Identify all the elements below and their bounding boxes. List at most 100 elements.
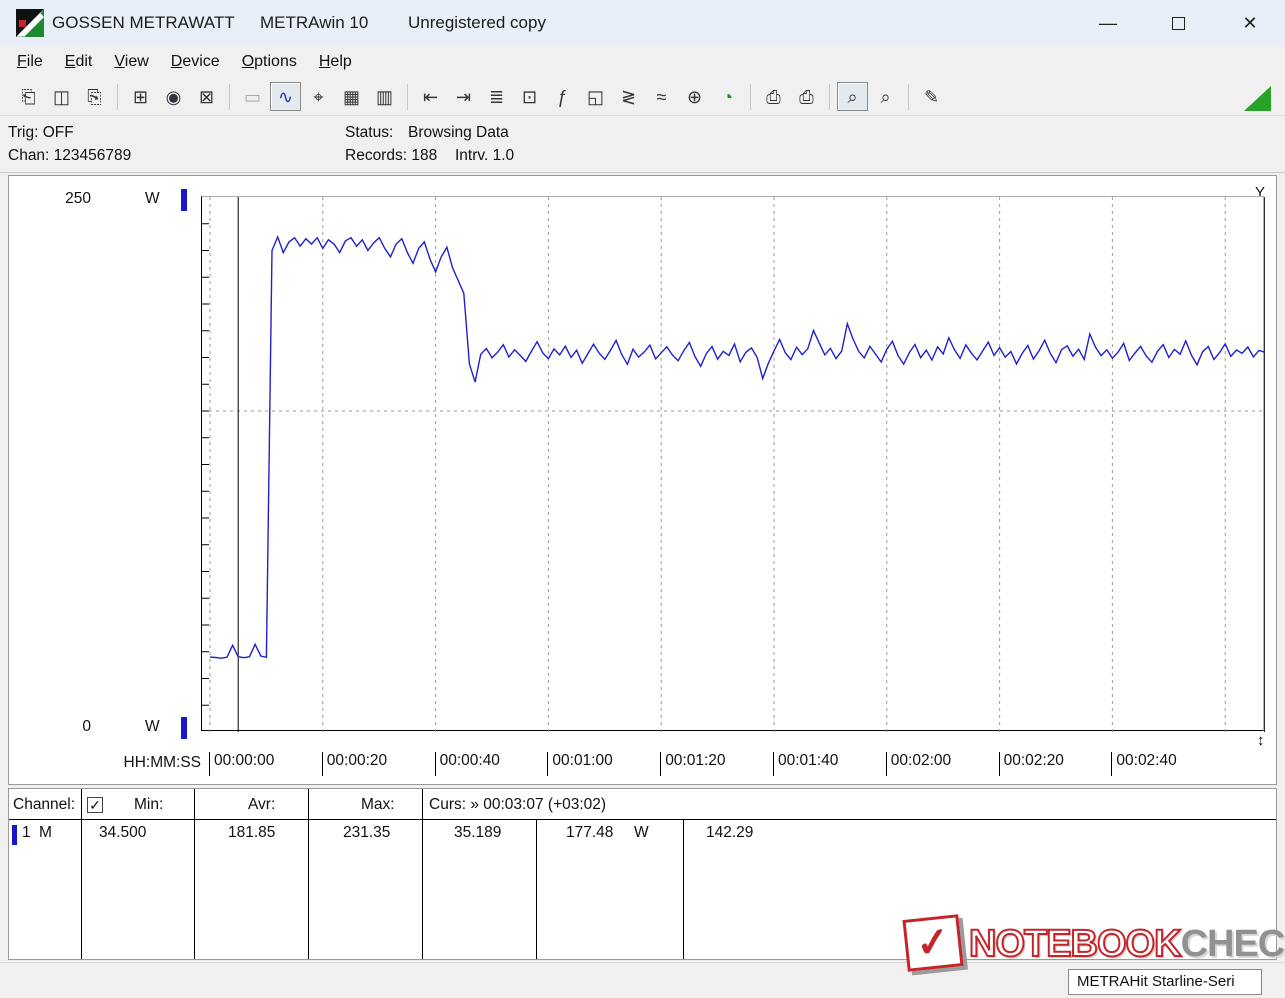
monitor-button[interactable]: ⊡ (514, 82, 545, 111)
table-column-line (683, 819, 684, 959)
table-column-line (194, 789, 195, 959)
comment-button[interactable]: ✎ (916, 82, 947, 111)
events-button[interactable]: ⊕ (679, 82, 710, 111)
open-file-button[interactable]: ⎗ (13, 82, 44, 111)
channel-visibility-checkbox[interactable]: ✓ (87, 797, 103, 813)
title-app-name: METRAwin 10 (260, 13, 368, 33)
toolbar-separator (750, 84, 751, 110)
y-axis-unit-top: W (145, 190, 160, 208)
channel-color-marker (12, 825, 17, 845)
y-zoom-handle-bottom[interactable]: ↕ (1257, 732, 1265, 749)
row-cursor2-value: 177.48 (566, 824, 613, 842)
close-button[interactable]: ✕ (1218, 0, 1282, 46)
table-header-max: Max: (361, 796, 395, 814)
records-count: Records: 188 (345, 147, 437, 165)
row-cursor1-value: 35.189 (454, 824, 501, 842)
table-header-cursor: Curs: » 00:03:07 (+03:02) (429, 796, 606, 814)
toolbar-separator (908, 84, 909, 110)
menu-bar: File Edit View Device Options Help (0, 46, 1285, 78)
menu-edit[interactable]: Edit (54, 49, 104, 75)
row-avr-value: 181.85 (228, 824, 275, 842)
formula-button[interactable]: ƒ (547, 82, 578, 111)
save-file-button[interactable]: ◫ (46, 82, 77, 111)
print-preview-button[interactable]: ⎙ (758, 82, 789, 111)
table-column-line (536, 819, 537, 959)
read-device-button[interactable]: ⊞ (125, 82, 156, 111)
min-max-button[interactable]: ≷ (613, 82, 644, 111)
line-chart-icon: ∿ (278, 88, 293, 106)
channel-marker-bottom (181, 717, 187, 739)
timer-icon: ◔ (722, 88, 733, 106)
view-line-chart-button[interactable]: ∿ (270, 82, 301, 111)
row-cursor2-unit: W (634, 824, 649, 842)
record-button[interactable]: ◉ (158, 82, 189, 111)
status-panel: Trig: OFF Chan: 123456789 Status: Browsi… (0, 116, 1285, 173)
download-icon: ⇥ (456, 88, 471, 106)
plot-area[interactable] (201, 196, 1264, 731)
print-preview-icon: ⎙ (766, 88, 780, 106)
menu-view[interactable]: View (103, 49, 159, 75)
connected-device-box: METRAHit Starline-Seri (1068, 969, 1262, 995)
table-view-icon: ▦ (343, 88, 360, 106)
envelope-button[interactable]: ≈ (646, 82, 677, 111)
x-axis-tick-label: 00:02:40 (1111, 752, 1176, 776)
print-button[interactable]: ⎙ (791, 82, 822, 111)
menu-file[interactable]: File (6, 49, 54, 75)
upload-icon: ⇤ (423, 88, 438, 106)
power-chart[interactable] (202, 197, 1265, 732)
record-icon: ◉ (166, 88, 182, 106)
timer-button[interactable]: ◔ (712, 82, 743, 111)
channel-setup-button[interactable]: ≣ (481, 82, 512, 111)
x-axis-format-label: HH:MM:SS (109, 754, 201, 772)
minimize-button[interactable]: — (1076, 0, 1140, 46)
row-channel-number[interactable]: 1 (22, 824, 31, 842)
y-axis-unit-bottom: W (145, 718, 160, 736)
row-min-value: 34.500 (99, 824, 146, 842)
x-axis-tick-label: 00:00:40 (435, 752, 500, 776)
export-file-icon: ⎘ (87, 88, 101, 106)
menu-help[interactable]: Help (308, 49, 363, 75)
channel-setup-icon: ≣ (489, 88, 504, 106)
zoom-icon: ⌕ (847, 88, 857, 106)
stop-device-button[interactable]: ⊠ (191, 82, 222, 111)
formula-icon: ƒ (557, 88, 567, 106)
table-column-line (81, 789, 82, 959)
maximize-button[interactable] (1146, 0, 1210, 46)
view-table-button[interactable]: ▦ (336, 82, 367, 111)
zoom-out-button[interactable]: ⌕ (870, 82, 901, 111)
y-axis-min-label: 0 (29, 718, 91, 736)
table-header-avr: Avr: (248, 796, 275, 814)
table-header-min: Min: (134, 796, 163, 814)
channel-marker-top (181, 189, 187, 211)
x-axis-tick-label: 00:01:40 (773, 752, 838, 776)
title-license-note: Unregistered copy (408, 13, 546, 33)
view-crosshair-button[interactable]: ⌖ (303, 82, 334, 111)
row-max-value: 231.35 (343, 824, 390, 842)
zoom-mode-button[interactable]: ⌕ (837, 82, 868, 111)
toolbar: ⎗ ◫ ⎘ ⊞ ◉ ⊠ ▭ ∿ ⌖ ▦ ▥ ⇤ ⇥ ≣ ⊡ ƒ ◱ ≷ ≈ ⊕ … (0, 78, 1285, 116)
zoom-out-icon: ⌕ (880, 88, 890, 106)
x-axis-tick-label: 00:00:00 (209, 752, 274, 776)
menu-options[interactable]: Options (231, 49, 308, 75)
status-label: Status: (345, 124, 393, 142)
display-icon: ◱ (587, 88, 604, 106)
x-axis-tick-label: 00:02:20 (999, 752, 1064, 776)
x-axis-row: HH:MM:SS 00:00:0000:00:2000:00:4000:01:0… (9, 752, 1278, 780)
view-bars-button[interactable]: ▥ (369, 82, 400, 111)
menu-device[interactable]: Device (160, 49, 231, 75)
upload-button[interactable]: ⇤ (415, 82, 446, 111)
open-file-icon: ⎗ (21, 88, 35, 106)
row-channel-mode: M (39, 824, 52, 842)
min-max-icon: ≷ (621, 88, 636, 106)
table-column-line (308, 789, 309, 959)
bar-view-icon: ▥ (376, 88, 393, 106)
envelope-icon: ≈ (657, 88, 667, 106)
view-values-button: ▭ (237, 82, 268, 111)
display-button[interactable]: ◱ (580, 82, 611, 111)
toolbar-separator (407, 84, 408, 110)
maximize-icon (1172, 17, 1185, 30)
crosshair-icon: ⌖ (313, 88, 323, 106)
export-file-button[interactable]: ⎘ (79, 82, 110, 111)
table-header-divider (9, 819, 1276, 820)
download-button[interactable]: ⇥ (448, 82, 479, 111)
